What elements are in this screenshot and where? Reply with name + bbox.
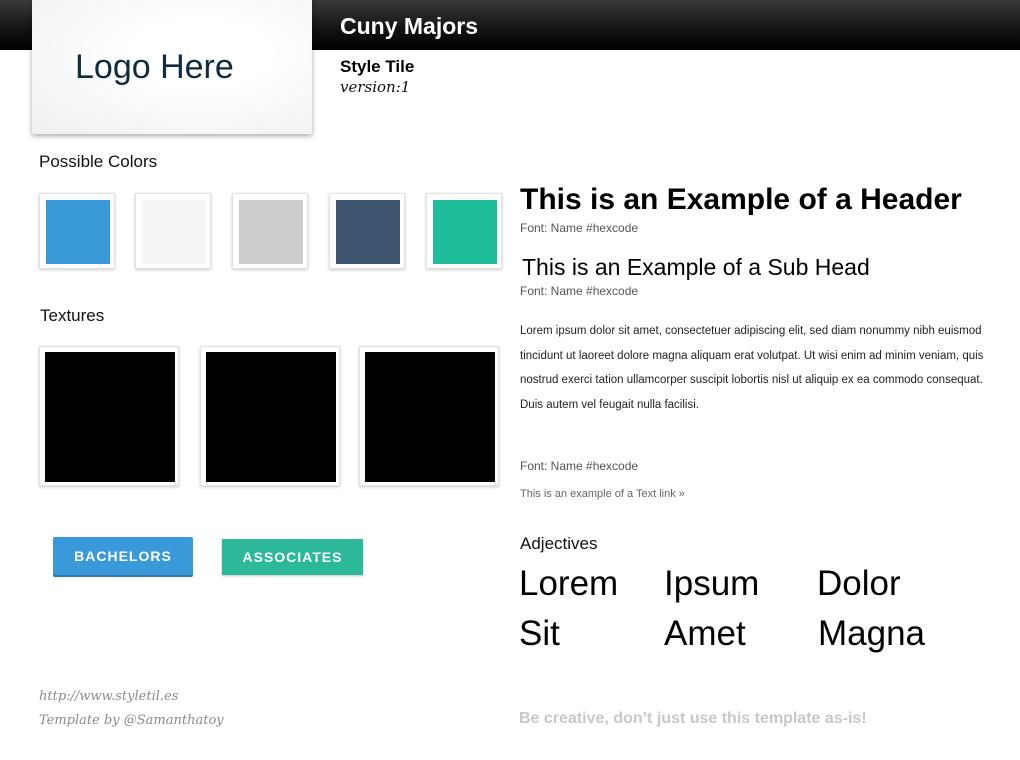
- subhead-font-note: Font: Name #hexcode: [520, 284, 639, 298]
- color-swatch-2: [135, 193, 211, 269]
- texture-fill: [45, 352, 175, 482]
- textures-label: Textures: [40, 306, 105, 325]
- associates-button[interactable]: ASSOCIATES: [222, 539, 363, 575]
- adjective-word: Amet: [664, 614, 746, 653]
- texture-sample-2: [200, 346, 340, 486]
- body-text-sample: Lorem ipsum dolor sit amet, consectetuer…: [520, 325, 984, 411]
- example-header: This is an Example of a Header: [520, 183, 962, 216]
- header-font-note: Font: Name #hexcode: [520, 221, 639, 235]
- color-swatch-4: [329, 193, 405, 269]
- color-swatch-fill: [433, 200, 497, 264]
- color-swatch-fill: [336, 200, 400, 264]
- text-link-example[interactable]: This is an example of a Text link »: [520, 488, 685, 500]
- adjective-word: Dolor: [817, 564, 901, 603]
- logo-placeholder: Logo Here: [32, 0, 312, 134]
- footer-note: Be creative, don’t just use this templat…: [519, 710, 867, 727]
- adjective-word: Ipsum: [664, 564, 760, 603]
- color-swatch-fill: [239, 200, 303, 264]
- body-font-note: Font: Name #hexcode: [520, 459, 639, 473]
- version-label: version:1: [340, 78, 411, 96]
- possible-colors-label: Possible Colors: [39, 152, 158, 171]
- adjective-word: Lorem: [519, 564, 619, 603]
- style-tile-label: Style Tile: [340, 57, 415, 76]
- color-swatch-1: [39, 193, 115, 269]
- texture-sample-1: [39, 346, 179, 486]
- project-title: Cuny Majors: [340, 13, 479, 39]
- adjectives-label: Adjectives: [520, 534, 598, 553]
- color-swatch-5: [426, 193, 502, 269]
- adjective-word: Sit: [519, 614, 560, 653]
- color-swatch-fill: [142, 200, 206, 264]
- bachelors-button[interactable]: BACHELORS: [53, 537, 193, 575]
- color-swatch-fill: [46, 200, 110, 264]
- logo-text: Logo Here: [75, 48, 234, 86]
- adjective-word: Magna: [818, 614, 926, 653]
- example-subhead: This is an Example of a Sub Head: [522, 254, 870, 280]
- texture-fill: [365, 352, 495, 482]
- texture-sample-3: [359, 346, 499, 486]
- color-swatch-3: [232, 193, 308, 269]
- styletiles-url-link[interactable]: http://www.styletil.es: [39, 689, 178, 704]
- template-credit: Template by @Samanthatoy: [39, 713, 224, 728]
- texture-fill: [206, 352, 336, 482]
